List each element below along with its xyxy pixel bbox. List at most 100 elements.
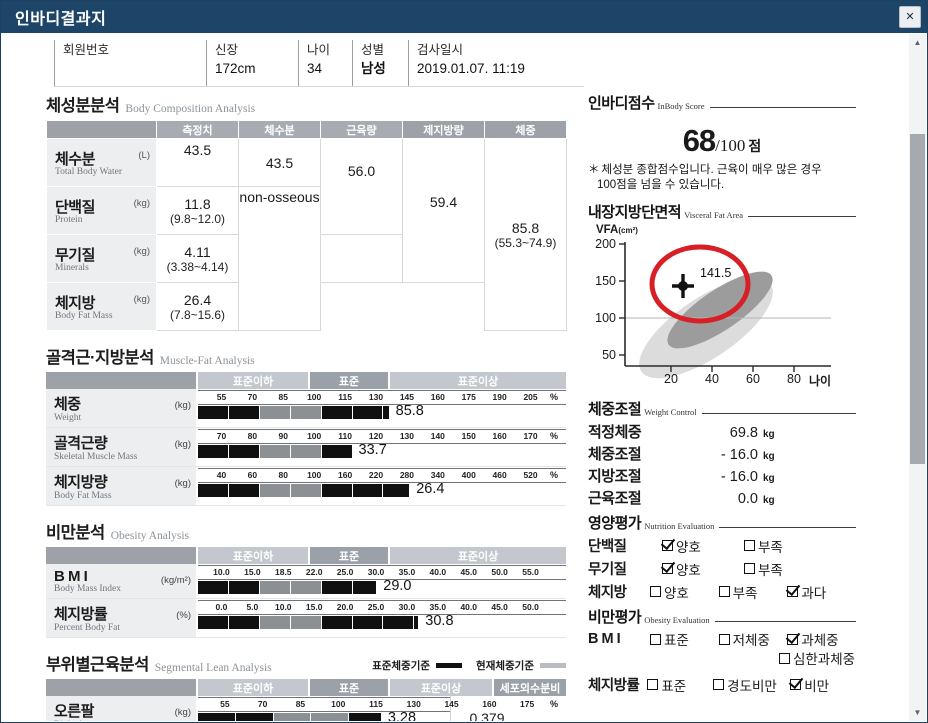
bar-track: 33.7	[198, 445, 566, 458]
section-weight-control: 체중조절 Weight Control 적정체중69.8kg체중조절- 16.0…	[588, 398, 856, 508]
bc-label-protein-en: Protein	[55, 215, 152, 225]
vfa-marker-dot	[678, 281, 688, 291]
checkbox-option[interactable]: 비만	[790, 675, 856, 695]
bc-value-protein: 11.8 (9.8~12.0)	[157, 187, 239, 235]
checkbox-icon[interactable]	[787, 634, 798, 645]
ob-zone-blank	[46, 547, 198, 564]
obesity-eval-bmi-row: B M I표준저체중과체중	[588, 629, 856, 649]
vfa-x-tick-60: 60	[742, 372, 764, 386]
checkbox-option[interactable]: 과다	[787, 582, 856, 602]
bar-tick: 40.0	[430, 566, 447, 579]
bar-tick: 30.0	[399, 601, 416, 614]
vfa-axis-unit: (cm²)	[618, 226, 638, 235]
bc-row-tbw: 체수분 (L) Total Body Water 43.5 43.5 56.0 …	[47, 139, 567, 187]
inbody-score-value: 68	[683, 123, 715, 158]
checkbox-icon[interactable]	[650, 634, 661, 645]
checkbox-option[interactable]: 양호	[662, 536, 744, 556]
checkbox-option[interactable]: 부족	[719, 582, 788, 602]
checkbox-icon[interactable]	[744, 563, 755, 574]
vertical-scrollbar[interactable]: ▲ ▼	[908, 34, 926, 721]
bc-col-lean: 제지방량	[403, 121, 485, 139]
checkbox-option[interactable]: 표준	[650, 629, 719, 649]
bar-tick: 85	[296, 698, 305, 711]
bar-segment	[229, 484, 260, 497]
bar-tick: 100	[307, 469, 321, 482]
sg-zone-blank	[46, 679, 198, 696]
patient-info-strip: 회원번호 신장 172cm 나이 34 성별 남성 검사일시 2019.01.0…	[54, 40, 584, 87]
weight-control-value: - 16.0	[696, 447, 758, 463]
body-composition-title-en: Body Composition Analysis	[125, 103, 255, 116]
segmental-heading: 부위별근육분석 Segmental Lean Analysis 표준체중기준 현…	[46, 651, 566, 675]
bar-segment	[414, 616, 419, 629]
checkbox-icon[interactable]	[787, 586, 798, 597]
bar-tick: 90	[279, 430, 288, 443]
checkbox-icon[interactable]	[790, 679, 801, 690]
bar-tick: 5.0	[246, 601, 258, 614]
mf-zone-above: 표준이상	[390, 372, 566, 389]
checkbox-option[interactable]: 부족	[744, 559, 826, 579]
checkbox-label: 비만	[804, 675, 829, 695]
weight-control-label: 근육조절	[588, 487, 696, 508]
bar-row-unit: (kg)	[175, 478, 191, 489]
scroll-up-icon[interactable]: ▲	[909, 34, 926, 51]
section-segmental: 부위별근육분석 Segmental Lean Analysis 표준체중기준 현…	[46, 651, 566, 721]
checkbox-icon[interactable]	[650, 586, 661, 597]
checkbox-option[interactable]: 과체중	[787, 629, 856, 649]
checkbox-option[interactable]: 저체중	[719, 629, 788, 649]
bc-label-bodyfat-en: Body Fat Mass	[55, 311, 152, 321]
bar-tick: 100	[307, 430, 321, 443]
checkbox-icon[interactable]	[779, 653, 790, 664]
bar-row: 골격근량Skeletal Muscle Mass(kg)708090100110…	[46, 428, 566, 467]
age-cell: 나이 34	[298, 40, 352, 86]
checkbox-icon[interactable]	[719, 586, 730, 597]
note-line-2: 100점을 넘을 수 있습니다.	[597, 179, 724, 191]
bar-track: 85.8	[198, 406, 566, 419]
bar-tick: 20.0	[337, 601, 354, 614]
checkbox-icon[interactable]	[744, 540, 755, 551]
checkbox-icon[interactable]	[662, 540, 673, 551]
sex-label: 성별	[361, 42, 408, 59]
bar-fill	[198, 406, 390, 419]
checkbox-icon[interactable]	[647, 679, 658, 690]
checkbox-option[interactable]: 경도비만	[713, 675, 790, 695]
checkbox-option[interactable]: 부족	[744, 536, 826, 556]
segmental-title-en: Segmental Lean Analysis	[155, 662, 272, 675]
bar-row-label: 체지방률Percent Body Fat(%)	[46, 599, 198, 637]
bar-row-label-en: Body Fat Mass	[54, 491, 192, 501]
checkbox-label: 표준	[661, 675, 686, 695]
weight-control-label: 지방조절	[588, 465, 696, 486]
checkbox-option[interactable]: 심한과체중	[779, 648, 856, 668]
window-title: 인바디결과지	[15, 5, 106, 29]
checkbox-icon[interactable]	[713, 679, 724, 690]
checkbox-label: 부족	[733, 582, 758, 602]
bar-tick: 70	[217, 430, 226, 443]
scrollbar-thumb[interactable]	[910, 134, 925, 464]
close-icon[interactable]: ✕	[899, 6, 921, 28]
checkbox-option[interactable]: 양호	[662, 559, 744, 579]
vfa-x-axis-label: 나이	[809, 372, 831, 389]
bar-segment	[322, 581, 353, 594]
checkbox-option[interactable]: 표준	[647, 675, 713, 695]
bar-segment	[198, 445, 229, 458]
nutrition-label: 단백질	[588, 535, 662, 556]
vfa-x-tick-20: 20	[660, 372, 682, 386]
bar-track: 26.4	[198, 484, 566, 497]
checkbox-option[interactable]: 양호	[650, 582, 719, 602]
bar-segment	[198, 406, 229, 419]
bar-tick: 50.0	[522, 601, 539, 614]
section-obesity: 비만분석 Obesity Analysis 표준이하 표준 표준이상 B M I…	[46, 519, 566, 638]
bar-value-label: 3.28	[388, 710, 416, 721]
segmental-rows: 오른팔Right Arm(kg)(%)557085100115130145160…	[46, 696, 566, 721]
bc-unit-protein: (kg)	[134, 198, 150, 209]
scroll-down-icon[interactable]: ▼	[909, 704, 926, 721]
bar-tick: 110	[338, 430, 352, 443]
weight-control-rule	[702, 413, 856, 414]
checkbox-icon[interactable]	[662, 563, 673, 574]
test-date-cell: 검사일시 2019.01.07. 11:19	[408, 40, 584, 86]
bar-segment	[383, 484, 410, 497]
section-inbody-score: 인바디점수 InBody Score 68/100점 ＊체성분 종합점수입니다.…	[588, 92, 856, 193]
bar-segment	[353, 406, 384, 419]
bar-tick: 170	[523, 430, 537, 443]
obesity-title-en: Obesity Analysis	[111, 530, 189, 543]
checkbox-icon[interactable]	[719, 634, 730, 645]
